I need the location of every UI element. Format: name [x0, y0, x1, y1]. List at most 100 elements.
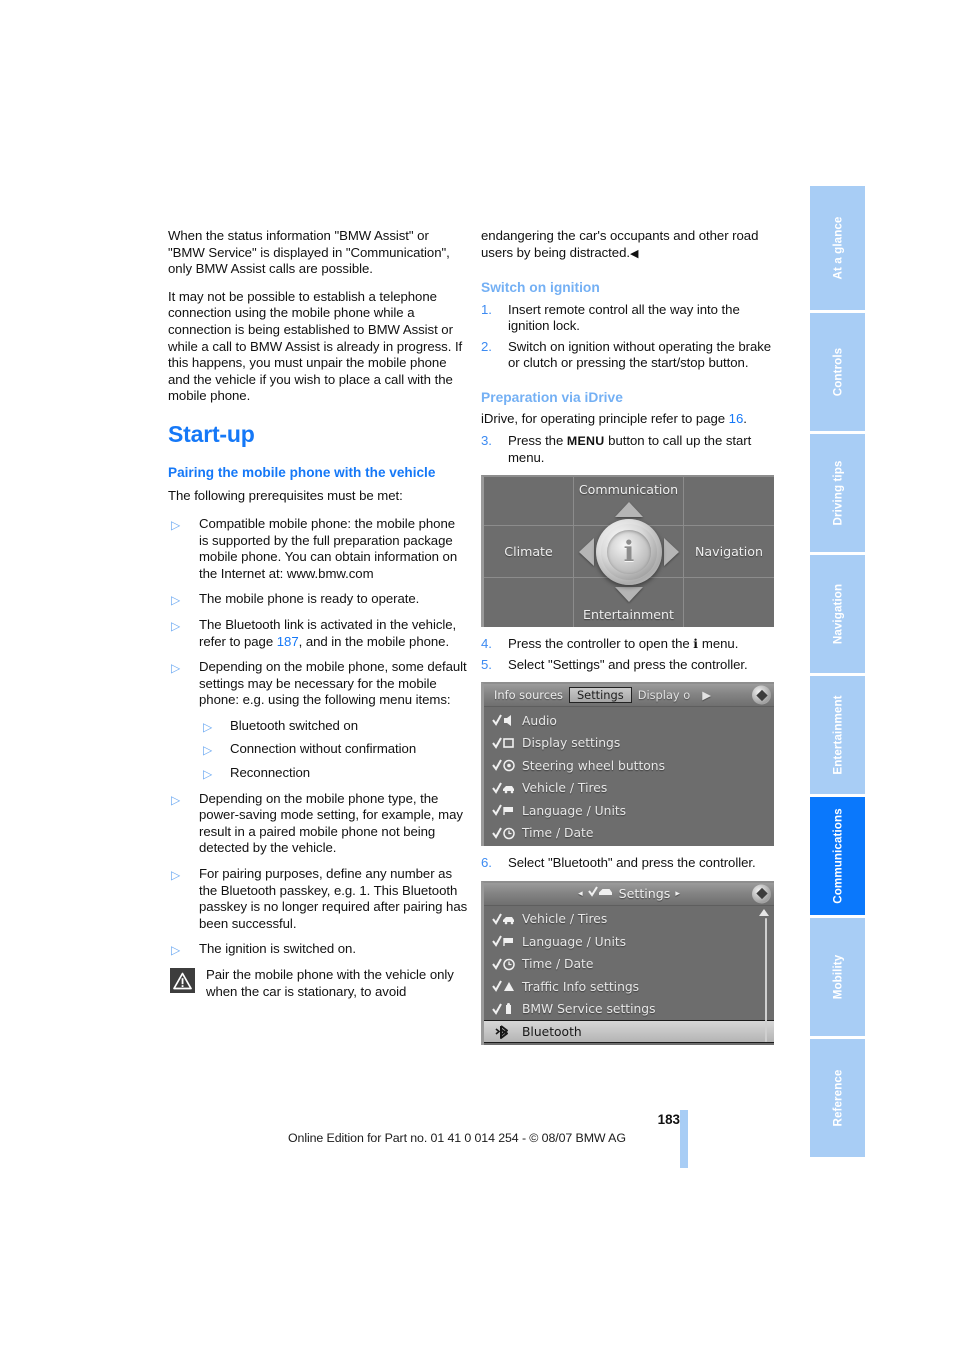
list-item-label: Connection without confirmation: [230, 741, 417, 757]
tab-display[interactable]: Display o: [632, 687, 697, 703]
step-text: Insert remote control all the way into t…: [508, 301, 740, 334]
list-item-label-suffix: , and in the mobile phone.: [298, 633, 450, 649]
page-reference-16[interactable]: 16: [729, 411, 744, 426]
row-label: BMW Service settings: [522, 1002, 656, 1017]
list-item: ▷ Connection without confirmation: [199, 741, 468, 758]
step-number: 6.: [481, 855, 492, 871]
heading-switch-on-ignition: Switch on ignition: [481, 280, 600, 296]
table-row[interactable]: Traffic Info settings: [484, 975, 774, 998]
left-column: When the status information "BMW Assist"…: [168, 228, 468, 1000]
triangle-bullet-icon: ▷: [171, 593, 181, 608]
step-item: 6. Select "Bluetooth" and press the cont…: [481, 855, 781, 872]
idrive-step-3: 3. Press the MENU button to call up the …: [481, 433, 781, 466]
controller-knob-icon[interactable]: i: [596, 519, 662, 586]
step-item: 4. Press the controller to open the i me…: [481, 636, 781, 653]
arrow-left-icon[interactable]: ◂: [578, 889, 583, 899]
step-number: 4.: [481, 636, 492, 652]
sidebar-item-label: Reference: [831, 1069, 844, 1127]
section-subheading: Pairing the mobile phone with the vehicl…: [168, 464, 436, 480]
ignition-steps: 1. Insert remote control all the way int…: [481, 302, 781, 372]
grid-cell-navigation[interactable]: Navigation: [683, 526, 774, 578]
table-row[interactable]: Display settings: [484, 732, 774, 755]
arrow-up-icon: [615, 502, 643, 518]
sidebar-item-label: At a glance: [831, 216, 844, 280]
step-item: 3. Press the MENU button to call up the …: [481, 433, 781, 466]
step-number: 1.: [481, 301, 492, 317]
controller-indicator-icon: [752, 685, 771, 705]
scrollbar[interactable]: [759, 908, 769, 1042]
idrive-start-menu-screenshot: Communication Climate Navigation Enterta…: [481, 475, 774, 628]
tab-info-sources[interactable]: Info sources: [488, 687, 569, 703]
sidebar-item-navigation[interactable]: Navigation: [810, 555, 865, 673]
row-label: Vehicle / Tires: [522, 781, 608, 796]
list-item: ▷ Depending on the mobile phone type, th…: [168, 791, 468, 857]
warning-block: Pair the mobile phone with the vehicle o…: [168, 967, 468, 1000]
check-language-icon: [492, 804, 522, 817]
warning-continuation-text: endangering the car's occupants and othe…: [481, 228, 759, 260]
page-title: Start-up: [168, 420, 255, 447]
triangle-bullet-icon: ▷: [203, 719, 213, 734]
grid-cell-climate[interactable]: Climate: [484, 526, 575, 578]
sidebar-item-label: Mobility: [831, 954, 844, 1000]
table-row-selected[interactable]: Bluetooth: [484, 1020, 774, 1043]
sidebar-item-entertainment[interactable]: Entertainment: [810, 676, 865, 794]
settings-tab-bar: Info sources Settings Display o ▶: [484, 684, 774, 708]
check-service-icon: [492, 1002, 522, 1016]
arrow-left-icon: [579, 538, 594, 567]
table-row[interactable]: Language / Units: [484, 930, 774, 953]
warning-continuation: endangering the car's occupants and othe…: [481, 228, 781, 262]
bluetooth-title-bar: ◂ Settings ▸: [484, 882, 774, 906]
list-item-label: For pairing purposes, define any number …: [199, 866, 468, 931]
triangle-bullet-icon: ▷: [171, 661, 181, 676]
check-steering-wheel-icon: [492, 759, 522, 772]
page-reference-187[interactable]: 187: [277, 634, 299, 649]
table-row[interactable]: Steering wheel buttons: [484, 754, 774, 777]
step-item: 5. Select "Settings" and press the contr…: [481, 657, 781, 674]
idrive-intro: iDrive, for operating principle refer to…: [481, 411, 781, 428]
sidebar-item-label: Navigation: [831, 583, 844, 645]
row-label: Time / Date: [522, 826, 594, 841]
sidebar-item-controls[interactable]: Controls: [810, 313, 865, 431]
row-label: Display settings: [522, 736, 621, 751]
sidebar-item-communications[interactable]: Communications: [810, 797, 865, 915]
idrive-bluetooth-screenshot: ◂ Settings ▸ Vehicle / Tires Language / …: [481, 880, 774, 1045]
list-item-label: Depending on the mobile phone, some defa…: [199, 659, 467, 708]
table-row[interactable]: Time / Date: [484, 822, 774, 845]
arrow-right-icon[interactable]: ▸: [675, 889, 680, 899]
sidebar-item-driving-tips[interactable]: Driving tips: [810, 434, 865, 552]
step-number: 5.: [481, 656, 492, 672]
sidebar-item-mobility[interactable]: Mobility: [810, 918, 865, 1036]
controller-indicator-icon: [752, 884, 771, 904]
triangle-bullet-icon: ▷: [171, 868, 181, 883]
sidebar-item-at-a-glance[interactable]: At a glance: [810, 186, 865, 310]
settings-title-label: Settings: [618, 886, 671, 902]
table-row[interactable]: Audio: [484, 709, 774, 732]
table-row[interactable]: BMW Service settings: [484, 998, 774, 1021]
tab-settings[interactable]: Settings: [568, 687, 632, 704]
triangle-bullet-icon: ▷: [171, 943, 181, 958]
sidebar-item-reference[interactable]: Reference: [810, 1039, 865, 1157]
idrive-intro-prefix: iDrive, for operating principle refer to…: [481, 411, 729, 427]
row-label: Steering wheel buttons: [522, 758, 666, 773]
table-row[interactable]: Language / Units: [484, 799, 774, 822]
settings-row-list: Audio Display settings Steering wheel bu…: [484, 707, 774, 844]
intro-paragraph-1: When the status information "BMW Assist"…: [168, 228, 450, 277]
step-text-suffix: menu.: [698, 636, 739, 652]
sidebar-item-label: Entertainment: [831, 695, 844, 775]
arrow-right-icon: [664, 538, 679, 567]
menu-button-label: MENU: [566, 433, 605, 448]
grid-cell-empty-top-right: [683, 477, 774, 527]
row-label: Time / Date: [522, 957, 594, 972]
warning-triangle-icon: [170, 968, 195, 993]
row-label: Bluetooth: [522, 1024, 582, 1039]
idrive-steps-4-5: 4. Press the controller to open the i me…: [481, 636, 781, 673]
scroll-up-arrow-icon[interactable]: [759, 908, 769, 916]
table-row[interactable]: Vehicle / Tires: [484, 777, 774, 800]
sidebar-item-label: Communications: [831, 808, 844, 904]
scrollbar-track[interactable]: [765, 917, 767, 1042]
table-row[interactable]: Vehicle / Tires: [484, 908, 774, 931]
list-item-label: Depending on the mobile phone type, the …: [199, 790, 463, 856]
page-number: 183: [657, 1112, 680, 1127]
table-row[interactable]: Time / Date: [484, 953, 774, 976]
tab-overflow-arrow-icon[interactable]: ▶: [696, 687, 717, 703]
